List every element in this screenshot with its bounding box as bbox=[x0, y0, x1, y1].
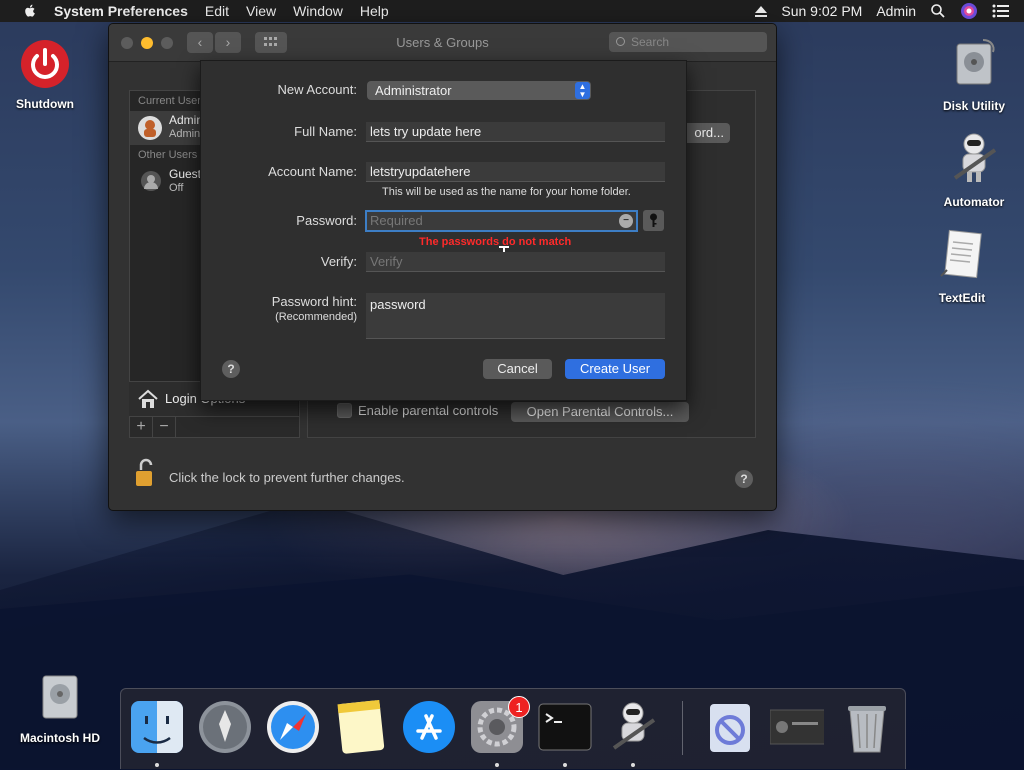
disk-utility-icon bbox=[956, 39, 995, 85]
notes-icon[interactable] bbox=[334, 700, 388, 754]
desktop-macintosh-hd-label: Macintosh HD bbox=[19, 731, 100, 745]
desktop-textedit[interactable]: TextEdit bbox=[924, 226, 1000, 305]
account-name-field[interactable]: letstryupdatehere bbox=[366, 162, 665, 182]
menu-clock[interactable]: Sun 9:02 PM bbox=[781, 3, 862, 19]
launchpad-rocket-icon[interactable] bbox=[198, 700, 252, 754]
window-titlebar[interactable]: ‹ › Users & Groups Search bbox=[109, 24, 776, 62]
search-placeholder: Search bbox=[631, 35, 670, 49]
system-preferences-running-indicator bbox=[495, 763, 499, 767]
verify-field[interactable]: Verify bbox=[366, 252, 665, 272]
password-hint-field[interactable]: password bbox=[366, 293, 665, 339]
desktop-disk-utility[interactable]: Disk Utility bbox=[936, 34, 1012, 113]
unlocked-padlock-icon[interactable] bbox=[133, 458, 157, 488]
password-assistant-button[interactable] bbox=[643, 210, 664, 231]
user-name-admin: Admin bbox=[169, 113, 204, 127]
dock-separator bbox=[682, 701, 683, 755]
create-user-button[interactable]: Create User bbox=[565, 359, 665, 379]
password-label: Password: bbox=[296, 213, 357, 228]
system-preferences-badge: 1 bbox=[508, 696, 530, 718]
add-remove-bar: + − bbox=[129, 416, 300, 438]
password-placeholder: Required bbox=[370, 213, 423, 228]
cancel-button[interactable]: Cancel bbox=[483, 359, 552, 379]
account-name-label: Account Name: bbox=[268, 164, 357, 179]
password-mismatch-error: The passwords do not match bbox=[419, 236, 572, 248]
verify-label: Verify: bbox=[320, 254, 357, 269]
lock-row: Click the lock to prevent further change… bbox=[133, 458, 753, 488]
avatar-icon bbox=[138, 116, 162, 140]
dock: 1 bbox=[120, 688, 906, 769]
user-status-guest: Off bbox=[169, 182, 184, 194]
desktop-automator[interactable]: Automator bbox=[936, 130, 1012, 209]
full-name-field[interactable]: lets try update here bbox=[366, 122, 665, 142]
desktop-macintosh-hd[interactable]: Macintosh HD bbox=[16, 668, 104, 745]
full-name-label: Full Name: bbox=[294, 124, 357, 139]
new-account-label: New Account: bbox=[277, 82, 358, 97]
terminal-running-indicator bbox=[563, 763, 567, 767]
screen-thumbnail-icon[interactable] bbox=[770, 700, 824, 754]
app-store-icon[interactable] bbox=[402, 700, 456, 754]
open-parental-controls-button[interactable]: Open Parental Controls... bbox=[511, 402, 689, 422]
remove-user-button[interactable]: − bbox=[153, 417, 176, 437]
lock-text: Click the lock to prevent further change… bbox=[169, 470, 405, 485]
add-user-button[interactable]: + bbox=[130, 417, 153, 437]
desktop-automator-label: Automator bbox=[943, 195, 1005, 209]
account-type-value: Administrator bbox=[375, 83, 452, 98]
menu-app-name[interactable]: System Preferences bbox=[54, 3, 188, 19]
password-field[interactable]: Required − bbox=[365, 210, 638, 232]
parental-controls-row: Enable parental controls bbox=[337, 403, 498, 418]
menu-bar: System Preferences Edit View Window Help… bbox=[0, 0, 1024, 22]
automator-robot-icon bbox=[953, 133, 997, 182]
menu-help[interactable]: Help bbox=[360, 3, 389, 19]
search-icon bbox=[616, 37, 625, 46]
automator-running-indicator bbox=[631, 763, 635, 767]
siri-icon[interactable] bbox=[960, 2, 978, 20]
spotlight-search-icon[interactable] bbox=[930, 3, 946, 19]
finder-icon[interactable] bbox=[130, 700, 184, 754]
notification-center-icon[interactable] bbox=[992, 4, 1010, 18]
safari-compass-icon[interactable] bbox=[266, 700, 320, 754]
user-role-admin: Admin bbox=[169, 128, 201, 140]
menu-view[interactable]: View bbox=[246, 3, 276, 19]
menu-edit[interactable]: Edit bbox=[205, 3, 229, 19]
trash-icon[interactable] bbox=[840, 700, 894, 754]
finder-running-indicator bbox=[155, 763, 159, 767]
parental-controls-label: Enable parental controls bbox=[358, 403, 499, 418]
desktop-shutdown[interactable]: Shutdown bbox=[10, 38, 80, 111]
menu-window[interactable]: Window bbox=[293, 3, 343, 19]
password-hint-sublabel: (Recommended) bbox=[275, 311, 357, 323]
help-button[interactable]: ? bbox=[735, 470, 753, 488]
textedit-document-icon bbox=[940, 229, 982, 279]
new-account-sheet: New Account: Administrator ▲ ▼ Full Name:… bbox=[200, 60, 687, 401]
key-icon bbox=[650, 213, 657, 227]
eject-icon[interactable] bbox=[755, 5, 768, 17]
updown-arrows-icon: ▲ ▼ bbox=[575, 82, 590, 99]
parental-controls-checkbox[interactable] bbox=[337, 403, 352, 418]
user-name-guest: Guest bbox=[169, 167, 202, 181]
search-input[interactable]: Search bbox=[609, 32, 767, 52]
desktop-disk-utility-label: Disk Utility bbox=[942, 99, 1005, 113]
menu-user[interactable]: Admin bbox=[876, 3, 916, 19]
guest-user-icon bbox=[141, 171, 161, 191]
password-hint-label: Password hint: bbox=[271, 294, 357, 309]
house-icon bbox=[138, 389, 158, 408]
no-access-document-icon[interactable] bbox=[704, 700, 758, 754]
automator-dock-icon[interactable] bbox=[606, 700, 660, 754]
account-type-select[interactable]: Administrator ▲ ▼ bbox=[367, 81, 591, 100]
apple-icon[interactable] bbox=[20, 3, 40, 19]
sheet-help-button[interactable]: ? bbox=[222, 360, 240, 378]
clear-field-icon[interactable]: − bbox=[619, 214, 633, 228]
account-name-hint: This will be used as the name for your h… bbox=[382, 186, 631, 198]
hard-drive-icon bbox=[42, 675, 78, 719]
desktop-shutdown-label: Shutdown bbox=[16, 97, 74, 111]
desktop-textedit-label: TextEdit bbox=[938, 291, 986, 305]
terminal-icon[interactable] bbox=[538, 700, 592, 754]
power-icon bbox=[21, 40, 69, 88]
